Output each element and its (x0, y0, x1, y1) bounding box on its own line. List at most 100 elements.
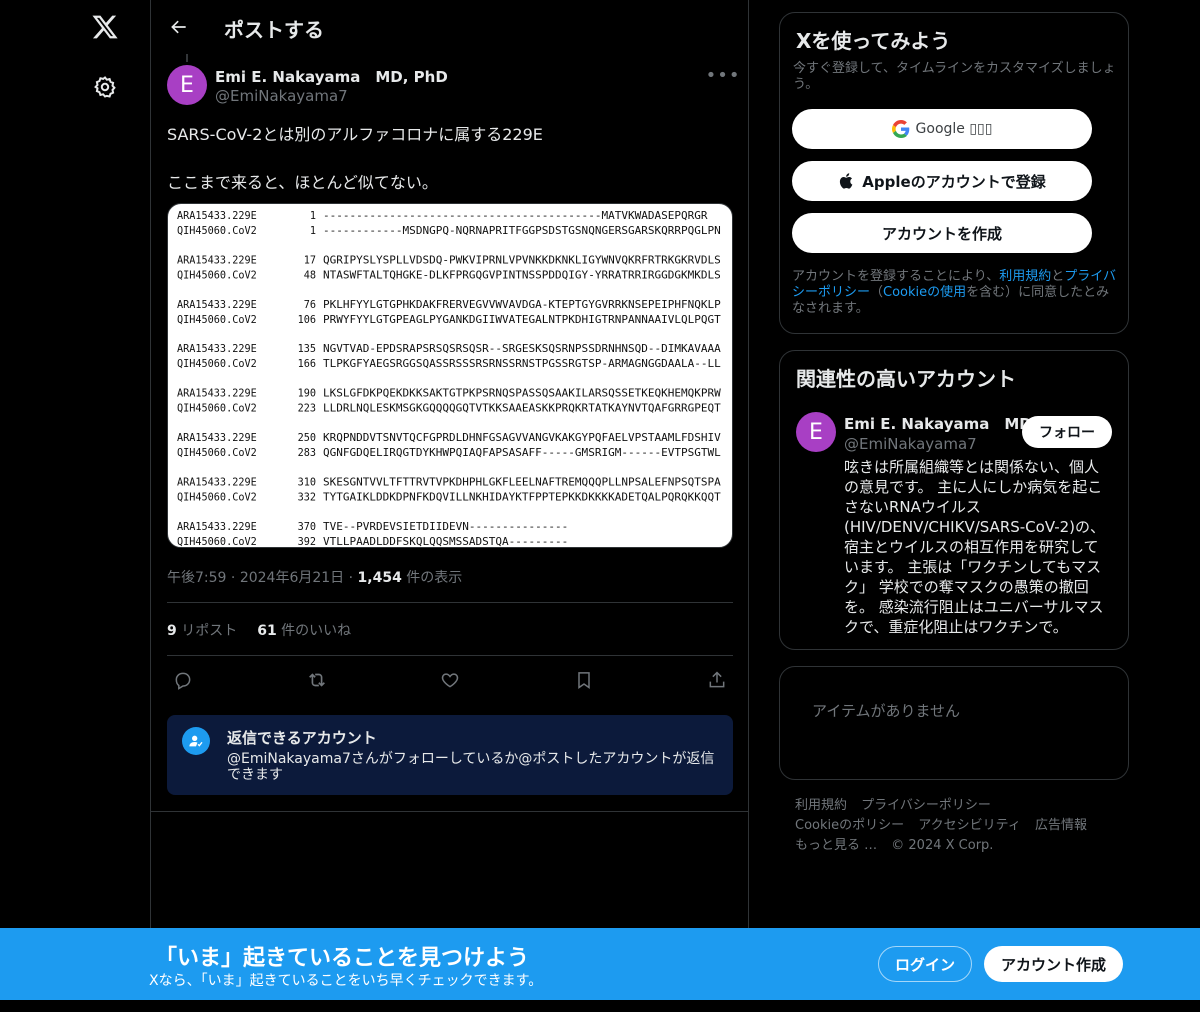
alignment-seq: PKLHFYYLGTGPHKDAKFRERVEGVVWVAVDGA-KTEPTG… (323, 300, 721, 311)
alignment-figure: ARA15433.229E 1 --------------------------… (177, 211, 722, 548)
post-author-name[interactable]: Emi E. Nakayama MD, PhD (215, 66, 448, 87)
follow-button[interactable]: フォロー (1022, 416, 1112, 448)
alignment-seq-id: QIH45060.CoV2 (177, 270, 257, 281)
likes-label: 件のいいね (281, 623, 352, 639)
alignment-seq-id: QIH45060.CoV2 (177, 226, 257, 237)
alignment-seq: NGVTVAD-EPDSRAPSRSQSRSQSR--SRGESKSQSRNPS… (323, 344, 721, 355)
trends-empty-label: アイテムがありません (812, 702, 961, 720)
alignment-seq: NTASWFTALTQHGKE-DLKFPRGQGVPINTNSSPDDQIGY… (323, 270, 721, 281)
alignment-seq-pos: 76 (304, 300, 316, 311)
post-date[interactable]: 2024年6月21日 (240, 570, 344, 586)
alignment-seq: SKESGNTVVLTFTTRVTVPKDHPHLGKFLEELNAFTREMQ… (323, 477, 721, 488)
views-label: 件の表示 (406, 570, 463, 586)
left-nav (0, 0, 150, 1012)
apple-signup-button[interactable]: Appleのアカウントで登録 (792, 161, 1092, 201)
share-icon[interactable] (701, 664, 733, 696)
banner-subtitle: Xなら、「いま」起きていることをいち早くチェックできます。 (149, 973, 543, 989)
post-text-line: SARS-CoV-2とは別のアルファコロナに属する229E (167, 125, 543, 144)
heart-icon[interactable] (434, 664, 466, 696)
reply-restriction-description: @EmiNakayama7さんがフォローしているか@ポストしたアカウントが返信で… (227, 751, 715, 783)
alignment-seq: TVE--PVRDEVSIETDIIDEVN--------------- (323, 522, 568, 533)
alignment-seq-pos: 392 (298, 537, 316, 548)
related-account-handle[interactable]: @EmiNakayama7 (844, 435, 977, 453)
google-signup-button[interactable]: Google ▯▯▯ (792, 109, 1092, 149)
bookmark-icon[interactable] (568, 664, 600, 696)
avatar[interactable]: E (167, 65, 207, 105)
reply-icon[interactable] (167, 664, 199, 696)
alignment-seq-id: QIH45060.CoV2 (177, 315, 257, 326)
alignment-seq-id: ARA15433.229E (177, 477, 257, 488)
divider (167, 602, 733, 603)
create-account-label: アカウントを作成 (881, 224, 1002, 243)
alignment-seq-id: QIH45060.CoV2 (177, 492, 257, 503)
legal-text: （ (870, 285, 884, 300)
main-column: ポストする E Emi E. Nakayama MD, PhD @EmiNaka… (150, 0, 749, 1012)
more-options-icon[interactable]: ••• (706, 63, 740, 87)
avatar[interactable]: E (796, 412, 836, 452)
alignment-seq-pos: 283 (298, 448, 316, 459)
apple-signup-label: Appleのアカウントで登録 (862, 172, 1046, 191)
create-account-button[interactable]: アカウントを作成 (792, 213, 1092, 253)
post-image-alignment[interactable]: ARA15433.229E 1 --------------------------… (167, 203, 733, 548)
signup-legal-text: アカウントを登録することにより、利用規約とプライバシーポリシー（Cookieの使… (792, 269, 1122, 317)
alignment-seq: LKSLGFDKPQEKDKKSAKTGTPKPSRNQSPASSQSAAKIL… (323, 389, 722, 400)
alignment-seq: LLDRLNQLESKMSGKGQQQQGQTVTKKSAAEASKKPRQKR… (323, 404, 721, 415)
signup-title: Xを使ってみよう (796, 29, 951, 53)
signup-subtitle: 今すぐ登録して、タイムラインをカスタマイズしましょう。 (793, 61, 1116, 92)
footer-link-accessibility[interactable]: アクセシビリティ (918, 818, 1021, 833)
google-signup-label: Google ▯▯▯ (915, 121, 993, 137)
alignment-seq: QGRIPYSLYSPLLVDSDQ-PWKVIPRNLVPVNKKDKNKLI… (323, 255, 721, 266)
signup-card: Xを使ってみよう 今すぐ登録して、タイムラインをカスタマイズしましょう。 Goo… (779, 12, 1129, 334)
bottom-strip (0, 1000, 1200, 1012)
alignment-seq: QGNFGDQELIRQGTDYKHWPQIAQFAPSASAFF-----GM… (323, 448, 721, 459)
google-icon (891, 120, 909, 138)
likes-stat[interactable]: 61 件のいいね (257, 620, 351, 640)
app-root: ポストする E Emi E. Nakayama MD, PhD @EmiNaka… (0, 0, 1200, 1012)
page-header: ポストする (151, 0, 749, 56)
divider (151, 811, 749, 812)
post-author-handle[interactable]: @EmiNakayama7 (215, 87, 348, 105)
x-logo-icon[interactable] (81, 3, 129, 51)
thread-line (186, 54, 188, 62)
alignment-seq-id: QIH45060.CoV2 (177, 404, 257, 415)
footer-link-ads[interactable]: 広告情報 (1035, 818, 1087, 833)
post-meta: 午後7:59 · 2024年6月21日 · 1,454 件の表示 (167, 567, 462, 587)
post-stats: 9 リポスト 61 件のいいね (167, 620, 351, 640)
repost-icon[interactable] (301, 664, 333, 696)
related-account-name[interactable]: Emi E. Nakayama MD (844, 413, 1032, 434)
gear-icon[interactable] (81, 63, 129, 111)
footer-link-privacy[interactable]: プライバシーポリシー (861, 798, 991, 813)
footer-link-more[interactable]: もっと見る … (795, 838, 877, 853)
meta-dot: · (348, 570, 358, 586)
footer-link-terms[interactable]: 利用規約 (795, 798, 847, 813)
login-button[interactable]: ログイン (878, 946, 972, 982)
post-time[interactable]: 午後7:59 (167, 570, 226, 586)
alignment-seq: TLPKGFYAEGSRGGSQASSRSSSRSRNSSRNSTPGSSRGT… (323, 359, 721, 370)
reposts-stat[interactable]: 9 リポスト (167, 620, 237, 640)
related-accounts-card: 関連性の高いアカウント E Emi E. Nakayama MD @EmiNak… (779, 350, 1129, 650)
user-check-icon (182, 727, 210, 755)
alignment-seq-id: ARA15433.229E (177, 433, 257, 444)
divider (167, 655, 733, 656)
alignment-seq-id: ARA15433.229E (177, 522, 257, 533)
cookie-link[interactable]: Cookieの使用 (883, 285, 966, 300)
alignment-seq: TYTGAIKLDDKDPNFKDQVILLNKHIDAYKTFPPTEPKKD… (323, 492, 721, 503)
alignment-seq-pos: 1 (310, 211, 316, 222)
likes-count: 61 (257, 623, 277, 639)
legal-text: アカウントを登録することにより、 (792, 269, 1000, 284)
alignment-seq-id: ARA15433.229E (177, 344, 257, 355)
footer-links: 利用規約 プライバシーポリシー Cookieのポリシー アクセシビリティ 広告情… (795, 796, 1125, 856)
alignment-seq-pos: 370 (298, 522, 316, 533)
alignment-seq-pos: 135 (298, 344, 316, 355)
bottom-signup-banner: 「いま」起きていることを見つけよう Xなら、「いま」起きていることをいち早くチェ… (0, 928, 1200, 1000)
terms-link[interactable]: 利用規約 (999, 269, 1051, 284)
reposts-label: リポスト (181, 623, 238, 639)
alignment-seq-pos: 166 (298, 359, 316, 370)
alignment-seq-pos: 190 (298, 389, 316, 400)
footer-link-cookie[interactable]: Cookieのポリシー (795, 818, 904, 833)
signup-button[interactable]: アカウント作成 (984, 946, 1123, 982)
arrow-left-icon[interactable] (161, 9, 197, 45)
alignment-seq-pos: 106 (298, 315, 316, 326)
alignment-seq-id: QIH45060.CoV2 (177, 448, 257, 459)
page-title: ポストする (224, 18, 324, 42)
